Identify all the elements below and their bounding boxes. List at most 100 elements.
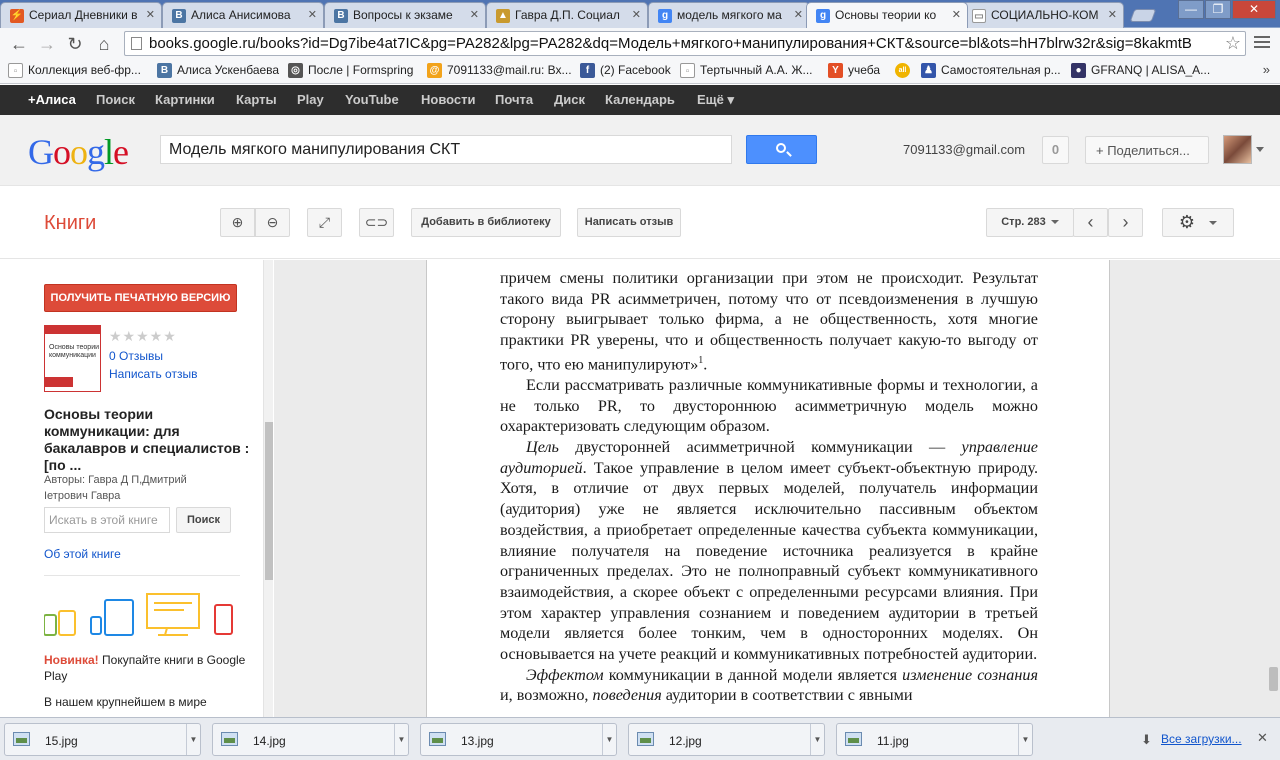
chrome-menu-icon[interactable] [1254, 36, 1270, 51]
book-viewer: причем смены политики организации при эт… [274, 260, 1280, 717]
scrollbar-thumb[interactable] [1269, 667, 1278, 691]
reload-icon[interactable]: ↻ [64, 33, 86, 55]
account-email[interactable]: 7091133@gmail.com [903, 142, 1025, 157]
maximize-button[interactable]: ❐ [1205, 0, 1231, 19]
download-item[interactable]: 11.jpg ▼ [836, 723, 1033, 756]
bookmark-item[interactable]: ▫ Коллекция веб-фр... [8, 63, 141, 78]
home-icon[interactable]: ⌂ [93, 33, 115, 55]
close-icon[interactable]: ✕ [470, 8, 479, 21]
share-button[interactable]: + Поделиться... [1085, 136, 1209, 164]
chevron-down-icon[interactable]: ▼ [186, 724, 200, 755]
tab-title: Основы теории ко [835, 8, 937, 22]
close-icon[interactable]: ✕ [1108, 8, 1117, 21]
bookmark-item[interactable]: ● GFRANQ | ALISA_A... [1071, 63, 1210, 78]
book-cover[interactable]: Основы теории коммуникации [44, 325, 101, 392]
bookmark-item[interactable]: @7091133@mail.ru: Вх... [427, 63, 572, 78]
search-in-book-input[interactable]: Искать в этой книге [44, 507, 170, 533]
search-in-book-button[interactable]: Поиск [176, 507, 231, 533]
about-book-link[interactable]: Об этой книге [44, 547, 121, 561]
get-print-version-button[interactable]: ПОЛУЧИТЬ ПЕЧАТНУЮ ВЕРСИЮ [44, 284, 237, 312]
close-icon[interactable]: ✕ [952, 8, 961, 21]
gbar-link[interactable]: Поиск [96, 92, 135, 107]
google-header: Google Модель мягкого манипулирования СК… [0, 115, 1280, 186]
address-bar[interactable]: books.google.ru/books?id=Dg7ibe4at7IC&pg… [124, 31, 1246, 56]
tab-favicon-icon: ▲ [496, 9, 510, 23]
viewer-scrollbar[interactable] [1268, 260, 1280, 717]
search-button[interactable] [746, 135, 817, 164]
gbar-link[interactable]: Почта [495, 92, 533, 107]
logo-letter: G [28, 132, 54, 172]
chevron-down-icon[interactable]: ▼ [1018, 724, 1032, 755]
bookmark-item[interactable]: ♟ Самостоятельная р... [921, 63, 1061, 78]
add-to-library-button[interactable]: Добавить в библиотеку [411, 208, 561, 237]
scrollbar-thumb[interactable] [265, 422, 273, 580]
forward-icon[interactable]: → [36, 33, 58, 55]
settings-button[interactable]: ⚙ [1162, 208, 1234, 237]
browser-tab[interactable]: B Алиса Анисимова ✕ [162, 2, 324, 28]
gbar-link[interactable]: Календарь [605, 92, 675, 107]
avatar[interactable] [1223, 135, 1252, 164]
close-icon[interactable]: ✕ [308, 8, 317, 21]
gbar-link[interactable]: Карты [236, 92, 277, 107]
account-dropdown-icon[interactable] [1256, 147, 1264, 152]
all-downloads-link[interactable]: ⬇ Все загрузки... [1141, 732, 1242, 747]
books-section-title[interactable]: Книги [44, 212, 96, 235]
sidebar-scrollbar[interactable] [263, 260, 273, 717]
chevron-right-icon[interactable]: › [1108, 208, 1143, 237]
bookmark-favicon-icon: ▫ [680, 63, 695, 78]
google-logo[interactable]: Google [28, 131, 129, 173]
notifications-count[interactable]: 0 [1042, 136, 1069, 164]
zoom-in-icon[interactable]: ⊕ [220, 208, 255, 237]
bookmark-star-icon[interactable]: ☆ [1220, 33, 1241, 54]
gbar-link[interactable]: Картинки [155, 92, 215, 107]
gbar-link[interactable]: Диск [554, 92, 585, 107]
bookmark-item[interactable]: ▫ Тертычный А.А. Ж... [680, 63, 813, 78]
browser-tab[interactable]: B Вопросы к экзаме ✕ [324, 2, 486, 28]
gbar-link[interactable]: Новости [421, 92, 476, 107]
write-review-button[interactable]: Написать отзыв [577, 208, 681, 237]
bookmark-favicon-icon: all [895, 63, 910, 78]
chevron-left-icon[interactable]: ‹ [1073, 208, 1108, 237]
close-icon[interactable]: ✕ [632, 8, 641, 21]
bookmark-item[interactable]: ◎ После | Formspring [288, 63, 413, 78]
bookmark-item[interactable]: B Алиса Ускенбаева [157, 63, 279, 78]
download-item[interactable]: 14.jpg ▼ [212, 723, 409, 756]
close-window-button[interactable]: ✕ [1232, 0, 1276, 19]
browser-tab[interactable]: ⚡ Сериал Дневники в ✕ [0, 2, 162, 28]
link-icon[interactable]: ⊂⊃ [359, 208, 394, 237]
logo-letter: o [70, 132, 88, 172]
download-filename: 12.jpg [669, 734, 702, 748]
new-tab-button[interactable] [1129, 9, 1157, 22]
download-item[interactable]: 15.jpg ▼ [4, 723, 201, 756]
zoom-out-icon[interactable]: ⊖ [255, 208, 290, 237]
bookmarks-overflow-button[interactable]: » [1263, 62, 1270, 77]
minimize-button[interactable]: — [1178, 0, 1204, 19]
close-icon[interactable]: ✕ [794, 8, 803, 21]
gbar-link[interactable]: +Алиса [28, 92, 76, 107]
back-icon[interactable]: ← [8, 33, 30, 55]
browser-tab[interactable]: g модель мягкого ма ✕ [648, 2, 810, 28]
chevron-down-icon[interactable]: ▼ [810, 724, 824, 755]
bookmark-item[interactable]: Yучеба [828, 63, 880, 78]
chevron-down-icon[interactable]: ▼ [602, 724, 616, 755]
downloads-bar: 15.jpg ▼ 14.jpg ▼ 13.jpg ▼ 12.jpg ▼ 11.jpg ▼ ⬇ Все… [0, 717, 1280, 760]
browser-tab[interactable]: g Основы теории ко ✕ [806, 2, 968, 28]
browser-tab-strip: ⚡ Сериал Дневники в ✕ B Алиса Анисимова ✕ B Воп… [0, 0, 1280, 28]
write-review-link[interactable]: Написать отзыв [109, 367, 197, 381]
gbar-link[interactable]: Play [297, 92, 324, 107]
close-icon[interactable]: ✕ [146, 8, 155, 21]
rating-stars[interactable]: ★★★★★ [109, 328, 177, 345]
gbar-link[interactable]: YouTube [345, 92, 399, 107]
chevron-down-icon[interactable]: ▼ [394, 724, 408, 755]
bookmark-item[interactable]: f (2) Facebook [580, 63, 671, 78]
search-input[interactable]: Модель мягкого манипулирования СКТ [160, 135, 732, 164]
gbar-link[interactable]: Ещё ▾ [697, 92, 734, 108]
close-downloads-bar-icon[interactable]: ✕ [1257, 730, 1268, 746]
page-selector[interactable]: Стр. 283 [986, 208, 1074, 237]
download-item[interactable]: 12.jpg ▼ [628, 723, 825, 756]
browser-tab[interactable]: ▭ СОЦИАЛЬНО-КОМ ✕ [962, 2, 1124, 28]
download-item[interactable]: 13.jpg ▼ [420, 723, 617, 756]
reviews-link[interactable]: 0 Отзывы [109, 349, 163, 363]
browser-tab[interactable]: ▲ Гавра Д.П. Социал ✕ [486, 2, 648, 28]
fullscreen-icon[interactable]: ⤢ [307, 208, 342, 237]
